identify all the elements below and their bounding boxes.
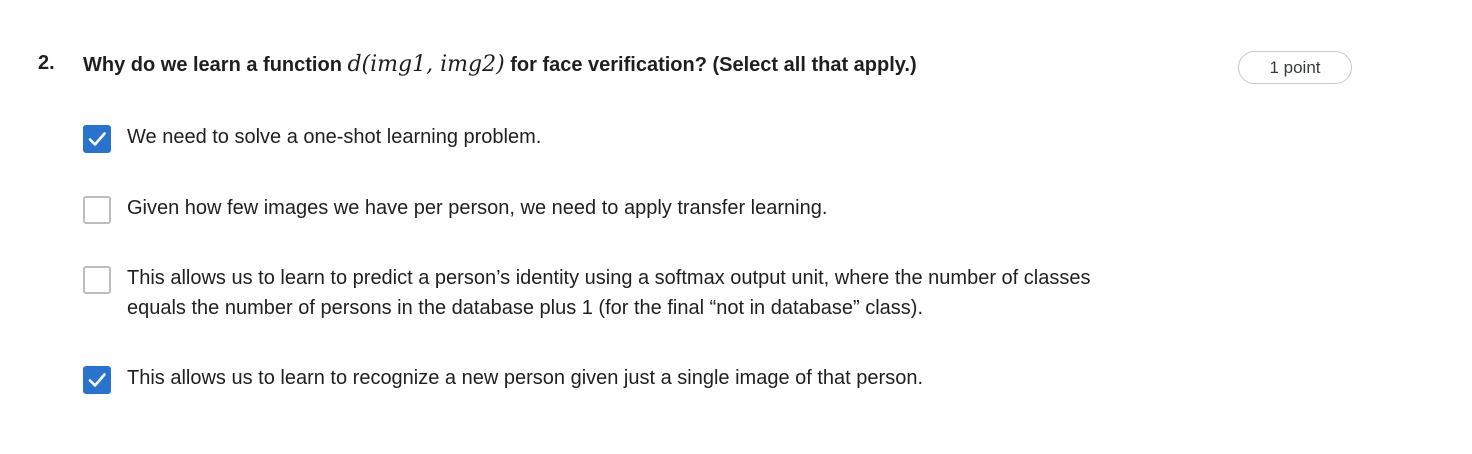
check-icon: [88, 132, 106, 146]
option-2-checkbox[interactable]: [83, 196, 111, 224]
math-expression: d(img1, img2): [347, 52, 505, 77]
question-text-start: Why do we learn a function: [83, 54, 348, 76]
option-4-checkbox[interactable]: [83, 366, 111, 394]
option-1[interactable]: We need to solve a one-shot learning pro…: [83, 125, 1117, 153]
quiz-question: 2. Why do we learn a function d(img1, im…: [0, 0, 1472, 454]
question-text-end: for face verification? (Select all that …: [504, 54, 917, 76]
option-3[interactable]: This allows us to learn to predict a per…: [83, 266, 1117, 323]
option-2-label: Given how few images we have per person,…: [127, 197, 828, 219]
points-badge: 1 point: [1238, 51, 1352, 84]
question-text: Why do we learn a function d(img1, img2)…: [83, 52, 917, 77]
option-2[interactable]: Given how few images we have per person,…: [83, 196, 1117, 224]
check-icon: [88, 373, 106, 387]
option-1-checkbox[interactable]: [83, 125, 111, 153]
option-1-label: We need to solve a one-shot learning pro…: [127, 126, 542, 148]
option-4-label: This allows us to learn to recognize a n…: [127, 367, 923, 389]
option-4[interactable]: This allows us to learn to recognize a n…: [83, 366, 1117, 394]
option-3-label: This allows us to learn to predict a per…: [127, 267, 1091, 319]
option-3-checkbox[interactable]: [83, 266, 111, 294]
question-number: 2.: [38, 52, 55, 74]
